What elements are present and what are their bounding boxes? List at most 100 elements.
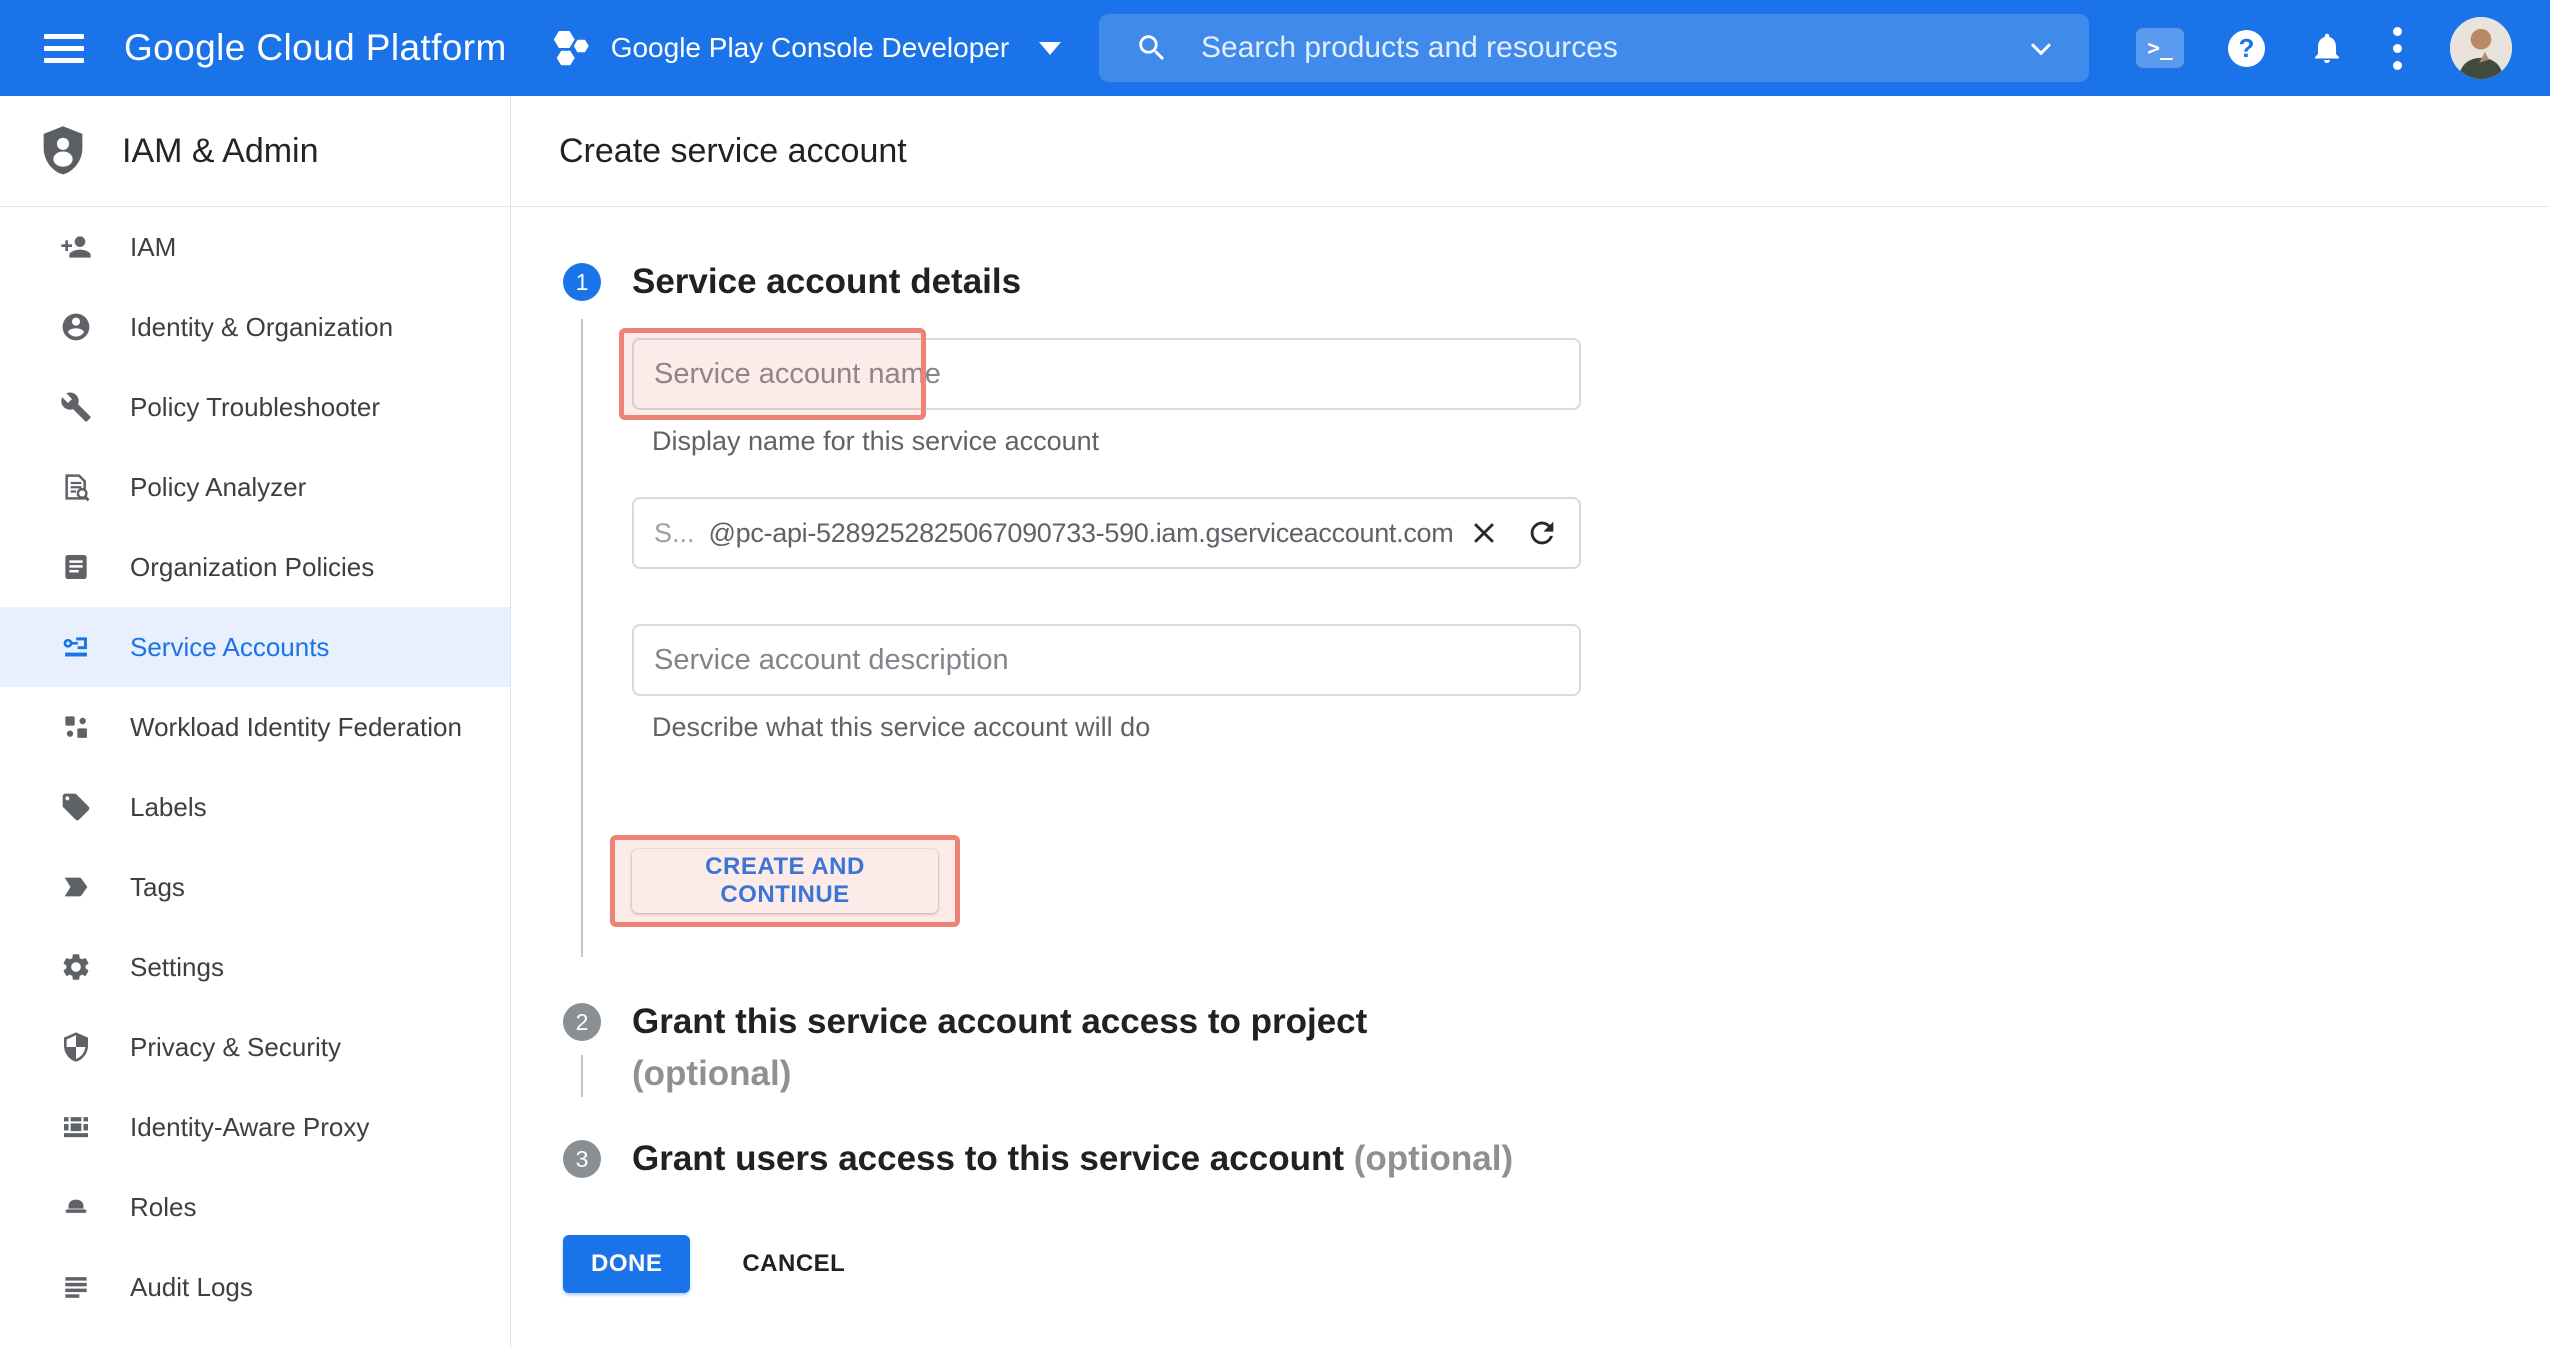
sidebar-item-label: Tags xyxy=(130,872,185,903)
step-2-rail: 2 xyxy=(563,1003,601,1140)
project-name: Google Play Console Developer xyxy=(611,32,1009,64)
shapes-grid-icon xyxy=(60,711,92,743)
service-account-id-value: S... xyxy=(654,518,695,549)
account-circle-icon xyxy=(60,311,92,343)
search-bar[interactable] xyxy=(1099,14,2089,82)
stepper-connector xyxy=(581,1055,583,1097)
sidebar-item-iam[interactable]: IAM xyxy=(0,207,510,287)
document-lines-icon xyxy=(60,551,92,583)
step-2-optional: (optional) xyxy=(632,1054,791,1093)
sidebar-item-label: Identity-Aware Proxy xyxy=(130,1112,369,1143)
document-search-icon xyxy=(60,471,92,503)
sidebar-item-label: Policy Analyzer xyxy=(130,472,306,503)
sidebar-item-label: Policy Troubleshooter xyxy=(130,392,380,423)
caret-down-icon xyxy=(1039,42,1061,55)
hat-icon xyxy=(60,1191,92,1223)
cancel-button[interactable]: CANCEL xyxy=(736,1249,851,1279)
step-2-title: Grant this service account access to pro… xyxy=(632,996,1367,1100)
main-panel: Create service account 1 Service account… xyxy=(511,96,2550,1348)
service-account-description-field[interactable] xyxy=(632,624,1581,696)
more-vertical-icon[interactable] xyxy=(2389,23,2406,74)
sidebar-item-settings[interactable]: Settings xyxy=(0,927,510,1007)
help-icon[interactable]: ? xyxy=(2228,30,2265,67)
sidebar-item-identity-aware-proxy[interactable]: Identity-Aware Proxy xyxy=(0,1087,510,1167)
notifications-bell-icon[interactable] xyxy=(2309,30,2345,66)
sidebar-item-label: Privacy & Security xyxy=(130,1032,341,1063)
create-service-account-form: 1 Service account details Display name f… xyxy=(511,207,2550,1333)
step-1-title: Service account details xyxy=(632,256,1581,308)
step-1: 1 Service account details Display name f… xyxy=(563,263,2550,1003)
avatar[interactable] xyxy=(2450,17,2512,79)
sidebar-item-label: Workload Identity Federation xyxy=(130,712,462,743)
label-tag-icon xyxy=(60,791,92,823)
sidebar-item-label: Organization Policies xyxy=(130,552,374,583)
header-actions: >_ ? xyxy=(2136,0,2550,96)
service-account-key-icon xyxy=(60,631,92,663)
sidebar-title: IAM & Admin xyxy=(122,132,319,171)
step-1-badge: 1 xyxy=(563,263,601,301)
sidebar-item-identity-organization[interactable]: Identity & Organization xyxy=(0,287,510,367)
sidebar-item-audit-logs[interactable]: Audit Logs xyxy=(0,1247,510,1327)
gear-icon xyxy=(60,951,92,983)
sidebar-item-service-accounts[interactable]: Service Accounts xyxy=(0,607,510,687)
name-field-helper: Display name for this service account xyxy=(652,426,1581,457)
person-add-icon xyxy=(60,231,92,263)
regenerate-id-button[interactable] xyxy=(1525,516,1559,550)
stepper-connector xyxy=(581,319,583,957)
sidebar-header: IAM & Admin xyxy=(0,96,510,207)
chevron-down-icon[interactable] xyxy=(2023,30,2059,66)
sidebar-item-label: IAM xyxy=(130,232,176,263)
project-selector[interactable]: Google Play Console Developer xyxy=(553,27,1061,69)
sidebar-item-labels[interactable]: Labels xyxy=(0,767,510,847)
gcp-logo[interactable]: Google Cloud Platform xyxy=(124,27,507,69)
sidebar-item-label: Labels xyxy=(130,792,207,823)
sidebar-item-label: Roles xyxy=(130,1192,196,1223)
page-body: IAM & Admin IAM Identity & Organization … xyxy=(0,96,2550,1348)
step-1-rail: 1 xyxy=(563,263,601,1003)
form-actions: DONE CANCEL xyxy=(563,1235,2550,1333)
sidebar-item-roles[interactable]: Roles xyxy=(0,1167,510,1247)
top-app-bar: Google Cloud Platform Google Play Consol… xyxy=(0,0,2550,96)
page-title: Create service account xyxy=(559,132,907,171)
refresh-icon xyxy=(1525,516,1559,550)
service-account-id-domain: @pc-api-5289252825067090733-590.iam.gser… xyxy=(709,518,1454,549)
wrench-icon xyxy=(60,391,92,423)
step-3: 3 Grant users access to this service acc… xyxy=(563,1140,2550,1185)
create-and-continue-button[interactable]: CREATE AND CONTINUE xyxy=(632,849,938,913)
iam-shield-person-icon xyxy=(36,122,90,180)
cloud-shell-icon[interactable]: >_ xyxy=(2136,28,2184,68)
sidebar: IAM & Admin IAM Identity & Organization … xyxy=(0,96,511,1348)
sidebar-item-label: Service Accounts xyxy=(130,632,329,663)
step-3-title: Grant users access to this service accou… xyxy=(632,1133,1513,1185)
project-hexagons-icon xyxy=(553,27,593,69)
sidebar-item-tags[interactable]: Tags xyxy=(0,847,510,927)
search-input[interactable] xyxy=(1199,30,2023,66)
gcp-console: Google Cloud Platform Google Play Consol… xyxy=(0,0,2550,1348)
step-2-badge: 2 xyxy=(563,1003,601,1041)
step-3-rail: 3 xyxy=(563,1140,601,1185)
sidebar-item-privacy-security[interactable]: Privacy & Security xyxy=(0,1007,510,1087)
sidebar-item-policy-troubleshooter[interactable]: Policy Troubleshooter xyxy=(0,367,510,447)
list-lines-icon xyxy=(60,1271,92,1303)
description-field-helper: Describe what this service account will … xyxy=(652,712,1581,743)
close-icon xyxy=(1467,516,1501,550)
clear-id-button[interactable] xyxy=(1467,516,1501,550)
shield-half-icon xyxy=(60,1031,92,1063)
done-button[interactable]: DONE xyxy=(563,1235,690,1293)
sidebar-item-label: Settings xyxy=(130,952,224,983)
search-icon xyxy=(1135,31,1169,65)
step-1-body: Service account details Display name for… xyxy=(632,263,1581,1003)
step-3-body: Grant users access to this service accou… xyxy=(632,1140,1513,1185)
sidebar-item-workload-identity-federation[interactable]: Workload Identity Federation xyxy=(0,687,510,767)
step-2-body: Grant this service account access to pro… xyxy=(632,1003,1367,1100)
step-2: 2 Grant this service account access to p… xyxy=(563,1003,2550,1140)
step-3-optional: (optional) xyxy=(1354,1139,1513,1178)
hamburger-menu-icon[interactable] xyxy=(44,34,84,63)
sidebar-item-label: Identity & Organization xyxy=(130,312,393,343)
sidebar-item-organization-policies[interactable]: Organization Policies xyxy=(0,527,510,607)
sidebar-item-label: Audit Logs xyxy=(130,1272,253,1303)
service-account-name-field[interactable] xyxy=(632,338,1581,410)
service-account-id-field[interactable]: S... @pc-api-5289252825067090733-590.iam… xyxy=(632,497,1581,569)
sidebar-item-policy-analyzer[interactable]: Policy Analyzer xyxy=(0,447,510,527)
proxy-grid-icon xyxy=(60,1111,92,1143)
